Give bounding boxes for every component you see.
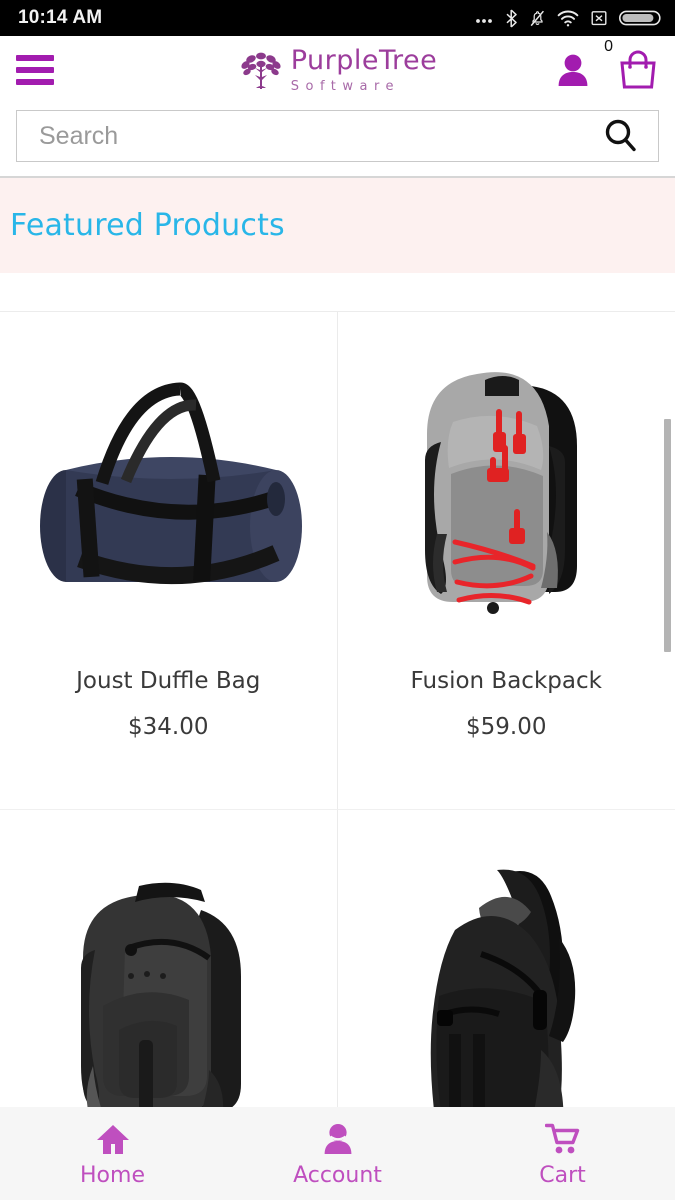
person-icon[interactable]: [556, 52, 590, 88]
app-header: PurpleTree Software 0: [0, 36, 675, 104]
search-icon: [605, 119, 636, 152]
search-section: [0, 104, 675, 178]
featured-products-title: Featured Products: [10, 208, 285, 243]
product-name: Joust Duffle Bag: [76, 668, 261, 694]
featured-products-banner: Featured Products: [0, 178, 675, 274]
shopping-cart-icon: [544, 1123, 579, 1154]
battery-icon: [619, 10, 661, 26]
nav-label-account: Account: [293, 1163, 382, 1188]
product-card[interactable]: [337, 810, 675, 1107]
product-price: $34.00: [128, 714, 209, 740]
no-sim-icon: [591, 11, 607, 26]
product-image-black-sling-backpack: [338, 844, 675, 1107]
nav-item-cart[interactable]: Cart: [450, 1119, 675, 1188]
vertical-scrollbar-thumb[interactable]: [664, 419, 671, 652]
logo-title: PurpleTree: [290, 45, 438, 76]
tree-icon: [241, 52, 281, 89]
header-actions: 0: [556, 38, 659, 90]
product-card[interactable]: Fusion Backpack $59.00: [337, 312, 675, 810]
product-image-grey-red-backpack: [338, 346, 675, 646]
home-icon: [96, 1125, 129, 1154]
bottom-navigation-bar: Home Account Cart: [0, 1107, 675, 1200]
nav-item-account[interactable]: Account: [225, 1119, 450, 1188]
product-grid: Joust Duffle Bag $34.00 Fusion Backpack …: [0, 312, 675, 1107]
cart-count-badge: 0: [604, 38, 613, 55]
product-card[interactable]: Joust Duffle Bag $34.00: [0, 312, 338, 810]
hamburger-bar: [16, 55, 54, 61]
logo-subtitle: Software: [290, 79, 401, 94]
hamburger-bar: [16, 79, 54, 85]
product-card[interactable]: [0, 810, 338, 1107]
status-icon-group: [474, 8, 661, 28]
product-grid-area[interactable]: Joust Duffle Bag $34.00 Fusion Backpack …: [0, 311, 675, 1107]
logo-text-block: PurpleTree Software: [291, 47, 438, 93]
search-submit-button[interactable]: [600, 117, 642, 155]
nav-label-cart: Cart: [539, 1163, 586, 1188]
product-image-navy-duffle-bag: [0, 346, 337, 646]
nav-label-home: Home: [80, 1163, 145, 1188]
cart-button[interactable]: 0: [604, 38, 659, 90]
notifications-muted-icon: [530, 10, 544, 26]
nav-item-home[interactable]: Home: [0, 1119, 225, 1188]
product-image-black-laptop-backpack: [0, 844, 337, 1107]
search-input[interactable]: [39, 121, 600, 151]
wifi-icon: [557, 10, 579, 26]
bluetooth-icon: [506, 8, 517, 28]
status-time: 10:14 AM: [18, 7, 103, 28]
shopping-bag-icon[interactable]: [617, 50, 659, 90]
product-name: Fusion Backpack: [410, 668, 602, 694]
more-ellipsis-icon: [476, 19, 492, 23]
product-price: $59.00: [466, 714, 547, 740]
hamburger-menu-icon[interactable]: [16, 55, 54, 85]
hamburger-bar: [16, 67, 54, 73]
status-bar: 10:14 AM: [0, 0, 675, 36]
search-box[interactable]: [16, 110, 659, 162]
account-person-icon: [324, 1124, 351, 1154]
